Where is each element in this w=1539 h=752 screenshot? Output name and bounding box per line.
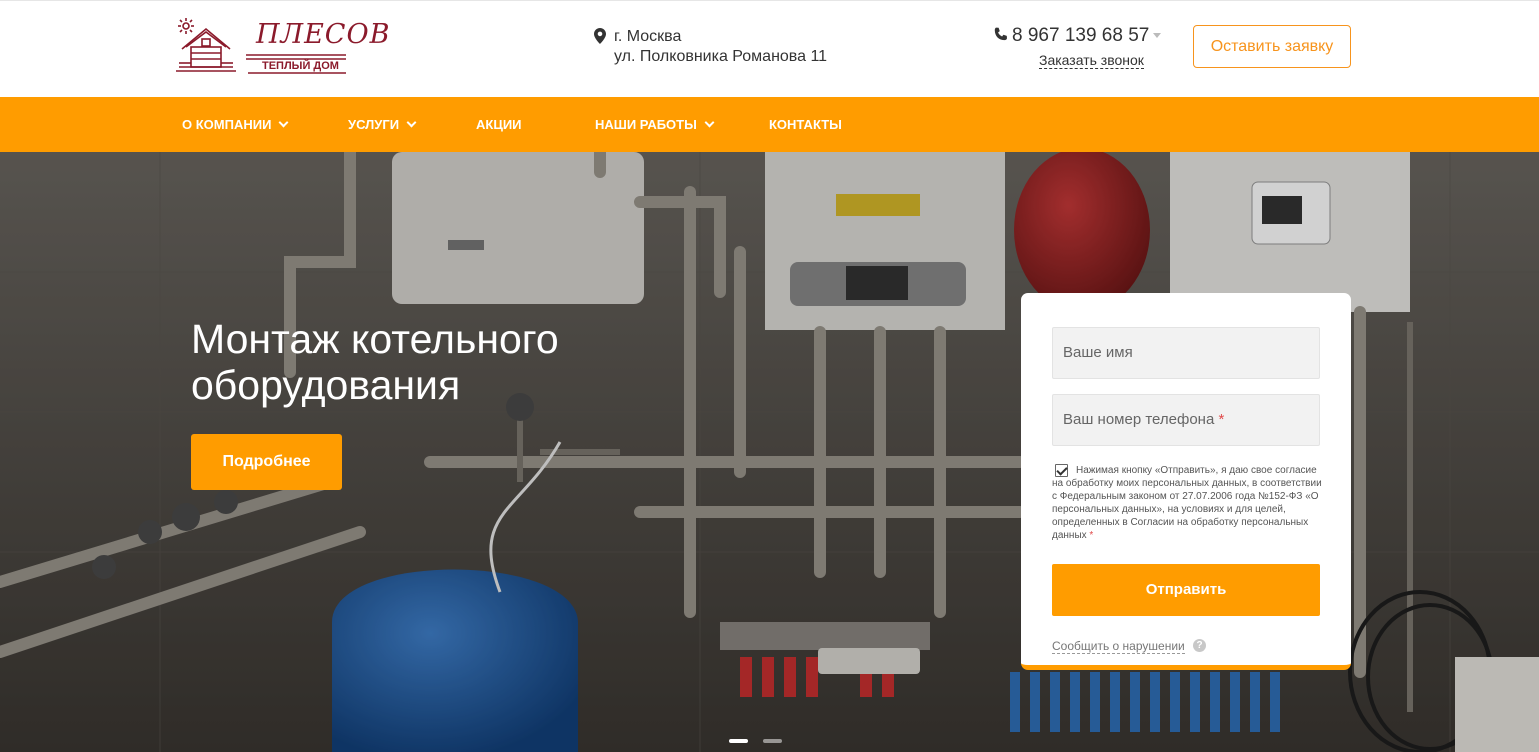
main-nav: О компании Услуги Акции Наши работы Конт… — [0, 97, 1539, 152]
address-street: ул. Полковника Романова 11 — [614, 48, 828, 65]
chevron-down-icon — [406, 117, 417, 128]
hero-title: Монтаж котельного оборудования — [191, 316, 751, 408]
nav-item-label: Услуги — [348, 117, 400, 132]
hero-title-line2: оборудования — [191, 362, 461, 408]
hero-slider: Монтаж котельного оборудования Подробнее… — [0, 152, 1539, 752]
nav-item-works[interactable]: Наши работы — [595, 97, 715, 152]
slider-dots — [729, 730, 797, 748]
nav-item-contacts[interactable]: Контакты — [769, 97, 842, 152]
nav-item-label: Контакты — [769, 117, 842, 132]
address-block: г. Москва ул. Полковника Романова 11 — [594, 27, 827, 67]
submit-button[interactable]: Отправить — [1052, 564, 1320, 616]
more-button[interactable]: Подробнее — [191, 434, 342, 490]
map-pin-icon — [594, 28, 606, 44]
phone-placeholder: Ваш номер телефона — [1063, 411, 1215, 428]
chevron-down-icon — [704, 117, 715, 128]
nav-item-services[interactable]: Услуги — [348, 97, 417, 152]
callback-link[interactable]: Заказать звонок — [1039, 52, 1144, 69]
chevron-down-icon — [278, 117, 289, 128]
hero-title-line1: Монтаж котельного — [191, 316, 559, 362]
name-field[interactable]: Ваше имя — [1052, 327, 1320, 379]
nav-item-about[interactable]: О компании — [182, 97, 289, 152]
nav-item-promotions[interactable]: Акции — [476, 97, 522, 152]
chevron-down-icon[interactable] — [1153, 33, 1162, 38]
request-form: Ваше имя Ваш номер телефона * Нажимая кн… — [1021, 293, 1351, 670]
question-icon[interactable]: ? — [1193, 639, 1206, 652]
phone-field[interactable]: Ваш номер телефона * — [1052, 394, 1320, 446]
slider-dot-1[interactable] — [729, 739, 748, 743]
phone-text: 8 967 139 68 57 — [1012, 25, 1150, 46]
required-mark: * — [1218, 411, 1225, 428]
phone-icon — [994, 27, 1007, 41]
nav-item-label: Акции — [476, 117, 522, 132]
nav-item-label: Наши работы — [595, 117, 697, 132]
logo-tagline: ТЕПЛЫЙ ДОМ — [262, 60, 339, 72]
name-placeholder: Ваше имя — [1063, 344, 1133, 361]
consent-text: Нажимая кнопку «Отправить», я даю свое с… — [1052, 464, 1322, 542]
logo[interactable]: ПЛЕСОВ ТЕПЛЫЙ ДОМ — [176, 17, 389, 75]
required-mark: * — [1089, 530, 1094, 541]
nav-item-label: О компании — [182, 117, 272, 132]
phone-number[interactable]: 8 967 139 68 57 — [993, 25, 1162, 47]
logo-name: ПЛЕСОВ — [256, 19, 391, 50]
order-button[interactable]: Оставить заявку — [1193, 25, 1351, 68]
address-city: г. Москва — [614, 28, 682, 45]
site-header: ПЛЕСОВ ТЕПЛЫЙ ДОМ г. Москва ул. Полковни… — [0, 0, 1539, 97]
report-violation-link[interactable]: Сообщить о нарушении — [1052, 639, 1185, 654]
slider-dot-2[interactable] — [763, 739, 782, 743]
